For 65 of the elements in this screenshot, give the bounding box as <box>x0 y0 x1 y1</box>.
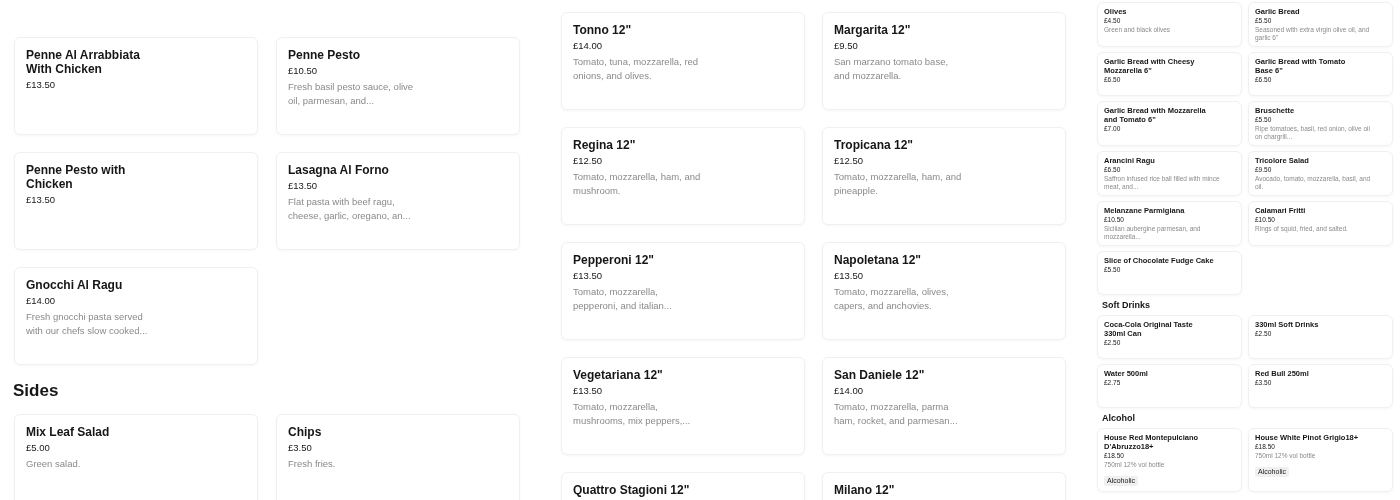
item-name: Mix Leaf Salad <box>26 425 111 439</box>
item-description: Flat pasta with beef ragu, cheese, garlic, oregano, an... <box>288 195 412 223</box>
item-name: Penne Pesto <box>288 48 362 62</box>
item-description: Tomato, mozzarella, ham, and mushroom. <box>573 170 701 198</box>
item-description: Green salad. <box>26 457 82 471</box>
item-price: £14.00 <box>834 385 865 397</box>
item-name: Milano 12" <box>834 483 896 497</box>
menu-card[interactable]: Penne Pesto with Chicken £13.50 <box>14 152 258 250</box>
item-description: Tomato, mozzarella, pepperoni, and italian... <box>573 285 673 313</box>
menu-card[interactable]: Vegetariana 12" £13.50 Tomato, mozzarella, mushrooms, mix peppers,... <box>561 357 805 455</box>
menu-card[interactable]: Gnocchi Al Ragu £14.00 Fresh gnocchi pasta served with our chefs slow cooked... <box>14 267 258 365</box>
menu-card[interactable]: Milano 12" <box>822 472 1066 500</box>
item-name: Margarita 12" <box>834 23 912 37</box>
item-description: Tomato, mozzarella, parma ham, rocket, and parmesan... <box>834 400 959 428</box>
item-price: £3.50 <box>288 442 313 454</box>
item-description: Tomato, mozzarella, ham, and pineapple. <box>834 170 962 198</box>
menu-card[interactable]: Quattro Stagioni 12" <box>561 472 805 500</box>
menu-card[interactable]: Margarita 12" £9.50 San marzano tomato base, and mozzarella. <box>822 12 1066 110</box>
menu-card[interactable]: Mix Leaf Salad £5.00 Green salad. <box>14 414 258 500</box>
section-heading: Soft Drinks <box>1102 300 1151 311</box>
item-description: Tomato, mozzarella, olives, capers, and anchovies. <box>834 285 950 313</box>
item-price: £13.50 <box>573 385 604 397</box>
item-price: £10.50 <box>288 65 319 77</box>
item-name: Napoletana 12" <box>834 253 923 267</box>
menu-card[interactable]: Chips £3.50 Fresh fries. <box>276 414 520 500</box>
item-name: Penne Al Arrabbiata With Chicken <box>26 48 141 76</box>
item-description: San marzano tomato base, and mozzarella. <box>834 55 950 83</box>
item-name: Penne Pesto with Chicken <box>26 163 127 191</box>
item-price: £13.50 <box>573 270 604 282</box>
section-heading: Alcohol <box>1102 413 1136 424</box>
item-name: Gnocchi Al Ragu <box>26 278 124 292</box>
item-name: Regina 12" <box>573 138 637 152</box>
item-name: Vegetariana 12" <box>573 368 664 382</box>
menu-card[interactable]: Lasagna Al Forno £13.50 Flat pasta with beef ragu, cheese, garlic, oregano, an... <box>276 152 520 250</box>
item-price: £13.50 <box>26 79 57 91</box>
menu-card[interactable]: Penne Al Arrabbiata With Chicken £13.50 <box>14 37 258 135</box>
menu-card[interactable]: Pepperoni 12" £13.50 Tomato, mozzarella, pepperoni, and italian... <box>561 242 805 340</box>
item-price: £14.00 <box>573 40 604 52</box>
item-price: £13.50 <box>834 270 865 282</box>
item-description: Fresh gnocchi pasta served with our chefs slow cooked... <box>26 310 149 338</box>
menu-card[interactable]: Penne Pesto £10.50 Fresh basil pesto sauce, olive oil, parmesan, and... <box>276 37 520 135</box>
item-name: Pepperoni 12" <box>573 253 656 267</box>
item-name: Tonno 12" <box>573 23 633 37</box>
menu-card[interactable]: Regina 12" £12.50 Tomato, mozzarella, ham, and mushroom. <box>561 127 805 225</box>
item-price: £13.50 <box>288 180 319 192</box>
section-heading: Sides <box>13 381 60 401</box>
menu-card[interactable]: Napoletana 12" £13.50 Tomato, mozzarella, olives, capers, and anchovies. <box>822 242 1066 340</box>
item-price: £12.50 <box>573 155 604 167</box>
item-name: Lasagna Al Forno <box>288 163 390 177</box>
item-description: Fresh basil pesto sauce, olive oil, parmesan, and... <box>288 80 415 108</box>
item-price: £12.50 <box>834 155 865 167</box>
menu-card[interactable]: San Daniele 12" £14.00 Tomato, mozzarella, parma ham, rocket, and parmesan... <box>822 357 1066 455</box>
item-price: £5.00 <box>26 442 51 454</box>
item-name: Tropicana 12" <box>834 138 915 152</box>
item-name: Quattro Stagioni 12" <box>573 483 691 497</box>
item-description: Fresh fries. <box>288 457 337 471</box>
item-description: Tomato, mozzarella, mushrooms, mix peppers,... <box>573 400 692 428</box>
item-price: £13.50 <box>26 194 57 206</box>
menu-card[interactable]: Tropicana 12" £12.50 Tomato, mozzarella, ham, and pineapple. <box>822 127 1066 225</box>
item-name: San Daniele 12" <box>834 368 926 382</box>
menu-card[interactable]: Tonno 12" £14.00 Tomato, tuna, mozzarella, red onions, and olives. <box>561 12 805 110</box>
item-description: Tomato, tuna, mozzarella, red onions, and olives. <box>573 55 700 83</box>
item-price: £9.50 <box>834 40 859 52</box>
item-name: Chips <box>288 425 323 439</box>
item-price: £14.00 <box>26 295 57 307</box>
